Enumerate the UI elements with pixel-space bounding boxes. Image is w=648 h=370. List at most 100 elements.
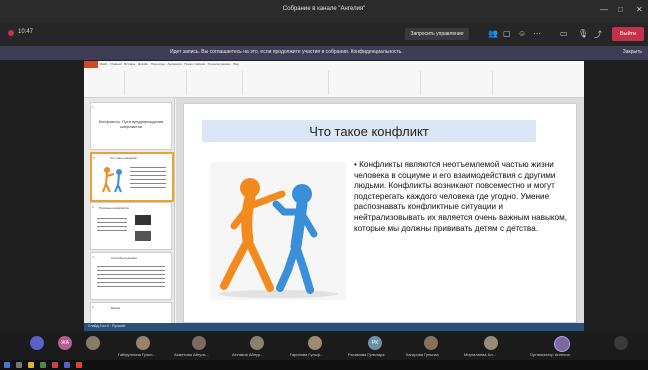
participant-tile[interactable]: Ахметова Айгуль... xyxy=(174,334,226,358)
ribbon-group xyxy=(244,71,329,95)
ribbon-tab[interactable]: Дизайн xyxy=(138,62,148,66)
slide-editor: Что такое конфликт • Конфликты являются … xyxy=(176,98,584,323)
file-tab[interactable] xyxy=(84,61,98,68)
thumbnail-image xyxy=(135,231,151,241)
slide-status: Слайд 2 из 5 · Русский xyxy=(88,324,125,328)
participant-name: Кагирова Гульназ xyxy=(406,352,439,357)
ribbon-group xyxy=(330,71,421,95)
slide-title-bar: Что такое конфликт xyxy=(202,120,536,142)
reactions-icon[interactable]: ☺ xyxy=(518,29,526,38)
ribbon-tab[interactable]: Переходы xyxy=(151,62,165,66)
slide-thumbnails: 1 Конфликты. Пути предупреждения конфлик… xyxy=(84,98,175,331)
camera-icon[interactable]: ▭ xyxy=(560,29,568,38)
thumbnail-number: 1 xyxy=(92,105,94,109)
participant-name: Ахметова Айгуль... xyxy=(174,352,209,357)
avatar: ЖА xyxy=(58,336,72,350)
maximize-icon[interactable]: □ xyxy=(618,5,623,14)
avatar xyxy=(424,336,438,350)
participant-tile[interactable]: Кагирова Гульназ xyxy=(406,334,458,358)
meeting-toolbar: 10:47 Запросить управление 👥 ▢ ☺ ⋯ ▭ 🎙 ⤴… xyxy=(0,22,648,46)
slide-thumbnail-3[interactable]: 3 Причины конфликтов xyxy=(90,202,172,250)
participant-tile[interactable]: Ахтямов Айнур... xyxy=(232,334,284,358)
participant-name: Ахтямов Айнур... xyxy=(232,352,264,357)
slide-body: Конфликты являются неотъемлемой частью ж… xyxy=(354,160,568,233)
mic-icon[interactable]: 🎙 xyxy=(578,29,588,38)
close-icon[interactable]: ✕ xyxy=(636,5,643,14)
thumbnail-figures-image xyxy=(102,167,122,193)
thumbnail-text-lines xyxy=(97,263,165,290)
ribbon-tab[interactable]: Рецензирование xyxy=(208,62,231,66)
ppt-statusbar: Слайд 2 из 5 · Русский xyxy=(84,323,584,331)
participant-name: Гайфуллина Гульн... xyxy=(118,352,156,357)
window-title: Собрание в канале "Ангелия" xyxy=(282,6,366,12)
participants-icon[interactable]: 👥 xyxy=(488,29,498,38)
thumbnail-title: Причины конфликтов xyxy=(99,206,129,210)
more-icon[interactable]: ⋯ xyxy=(533,29,541,38)
avatar: РК xyxy=(368,336,382,350)
slide-thumbnail-4[interactable]: 4 Способы решения xyxy=(90,252,172,300)
avatar xyxy=(86,336,100,350)
request-control-button[interactable]: Запросить управление xyxy=(405,28,469,40)
slide-thumbnail-1[interactable]: 1 Конфликты. Пути предупреждения конфлик… xyxy=(90,102,172,150)
current-slide[interactable]: Что такое конфликт • Конфликты являются … xyxy=(184,104,576,322)
participant-tile[interactable]: Гарипова Гульф... xyxy=(290,334,342,358)
shared-screen: Файл · Главная · Вставка · Дизайн · Пере… xyxy=(84,61,584,331)
avatar xyxy=(484,336,498,350)
ribbon-tabs: Файл · Главная · Вставка · Дизайн · Пере… xyxy=(100,62,239,66)
thumbnail-number: 2 xyxy=(93,156,95,160)
participant-name: Организатор Ангелия xyxy=(530,352,570,357)
ribbon-group xyxy=(188,71,243,95)
thumbnail-title: Что такое конфликт xyxy=(110,156,138,160)
participant-tile[interactable] xyxy=(30,334,50,358)
avatar xyxy=(250,336,264,350)
ribbon-tab[interactable]: Главная xyxy=(110,62,121,66)
folder-icon[interactable] xyxy=(28,362,34,368)
ribbon-tab[interactable]: Вставка xyxy=(124,62,135,66)
ppt-ribbon: Файл · Главная · Вставка · Дизайн · Пере… xyxy=(84,61,584,98)
banner-dismiss-button[interactable]: Закрыть xyxy=(623,49,642,55)
thumbnail-image xyxy=(135,215,151,225)
avatar xyxy=(308,336,322,350)
start-icon[interactable] xyxy=(4,362,10,368)
leave-button[interactable]: Выйти xyxy=(612,27,644,41)
thumbnail-text-lines xyxy=(130,164,166,191)
ribbon-tab[interactable]: Показ слайдов xyxy=(184,62,205,66)
ribbon-tab[interactable]: Файл xyxy=(100,62,107,66)
window-titlebar: Собрание в канале "Ангелия" — □ ✕ xyxy=(0,0,648,22)
app-icon[interactable] xyxy=(52,362,58,368)
avatar xyxy=(30,336,44,350)
meeting-timer: 10:47 xyxy=(18,29,34,35)
thumbnail-title: Вывод xyxy=(111,306,121,310)
thumbnail-title: Конфликты. Пути предупреждения конфликто… xyxy=(98,119,164,129)
ribbon-group xyxy=(126,71,187,95)
thumbnail-number: 5 xyxy=(92,305,94,309)
recording-banner: Идет запись. Вы соглашаетесь на это, есл… xyxy=(0,46,648,60)
app-icon[interactable] xyxy=(40,362,46,368)
participant-name: Гарипова Гульф... xyxy=(290,352,324,357)
chat-icon[interactable]: ▢ xyxy=(503,29,511,38)
ribbon-group xyxy=(422,71,493,95)
participant-tile[interactable] xyxy=(86,334,106,358)
slide-thumbnail-2[interactable]: 2 Что такое конфликт xyxy=(90,152,174,202)
minimize-icon[interactable]: — xyxy=(600,5,608,14)
slide-title: Что такое конфликт xyxy=(309,124,429,139)
conflict-figures-image xyxy=(210,162,346,300)
participant-name: Рахимова Гульнара xyxy=(348,352,385,357)
participant-tile[interactable] xyxy=(610,334,634,358)
participant-tile[interactable]: Миргалиева Ал... xyxy=(464,334,518,358)
avatar xyxy=(136,336,150,350)
recording-icon xyxy=(8,30,14,36)
participant-tile[interactable]: Организатор Ангелия xyxy=(530,334,592,358)
participant-tile[interactable]: ЖА xyxy=(58,334,78,358)
participant-tile[interactable]: РК Рахимова Гульнара xyxy=(348,334,402,358)
search-icon[interactable] xyxy=(16,362,22,368)
ribbon-tab[interactable]: Анимация xyxy=(168,62,182,66)
share-icon[interactable]: ⤴ xyxy=(594,29,602,40)
thumbnail-number: 4 xyxy=(92,255,94,259)
banner-text: Идет запись. Вы соглашаетесь на это, есл… xyxy=(170,49,403,55)
ribbon-group xyxy=(88,71,125,95)
powerpoint-icon[interactable] xyxy=(76,362,82,368)
ribbon-tab[interactable]: Вид xyxy=(233,62,238,66)
teams-icon[interactable] xyxy=(64,362,70,368)
participant-tile[interactable]: Гайфуллина Гульн... xyxy=(118,334,170,358)
